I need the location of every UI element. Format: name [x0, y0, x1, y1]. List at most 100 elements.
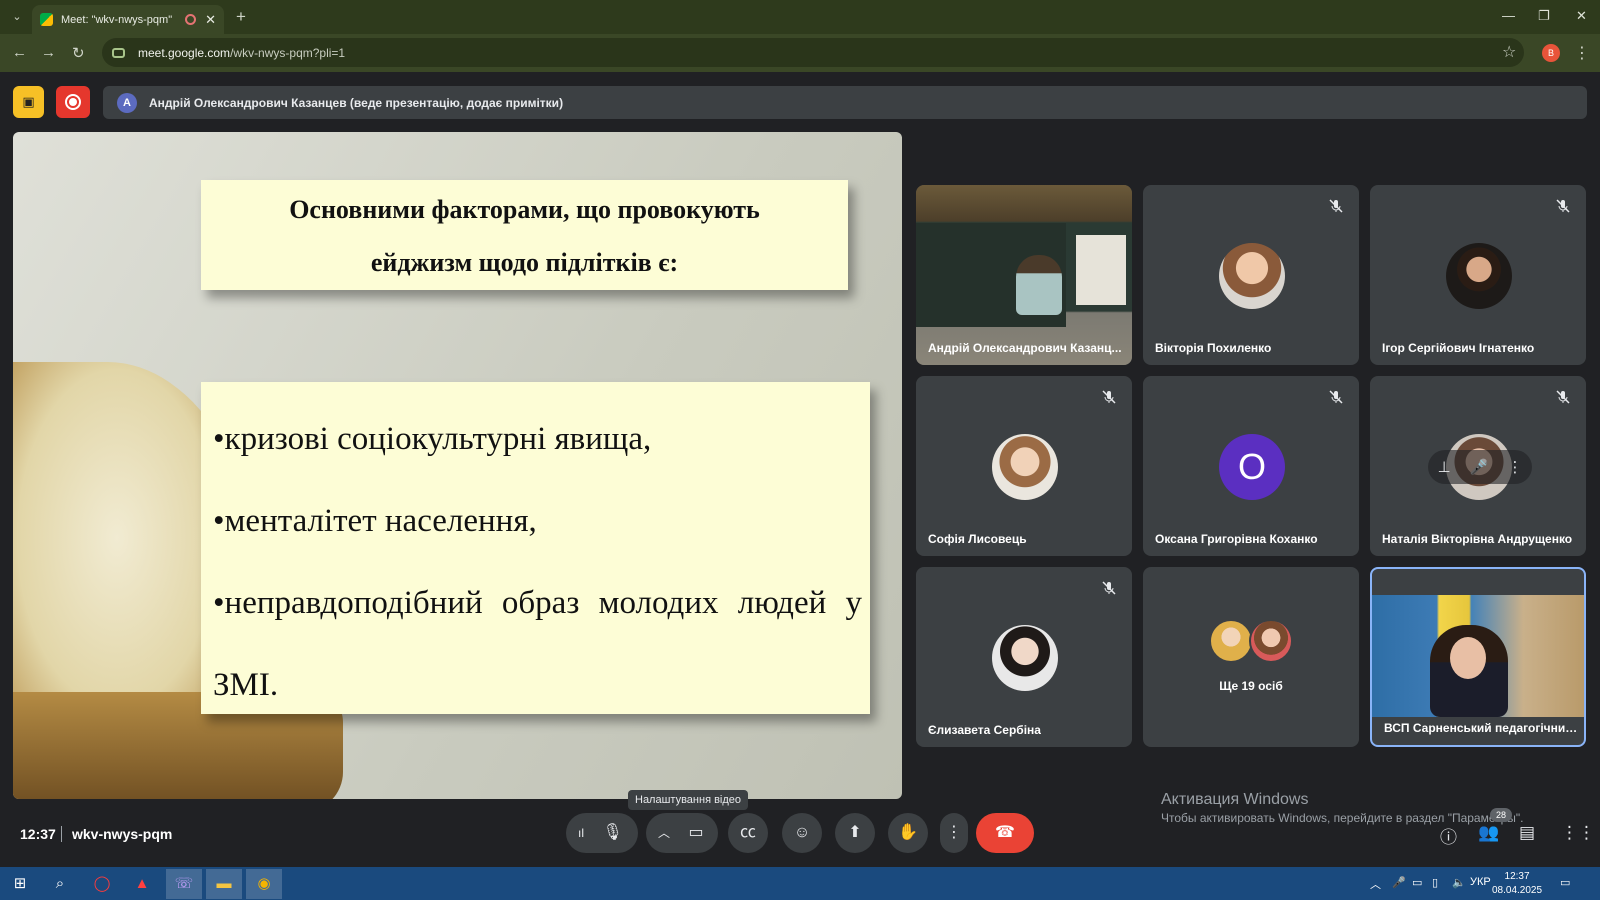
viber-icon[interactable]: ☏ [166, 869, 202, 899]
clock-time: 12:37 [1504, 871, 1530, 882]
profile-avatar[interactable]: B [1542, 44, 1560, 62]
participant-tile[interactable]: Ігор Сергійович Ігнатенко [1370, 185, 1586, 365]
participant-name: Ігор Сергійович Ігнатенко [1382, 341, 1535, 355]
camera-icon: ▭ [688, 824, 704, 841]
tab-title: Meet: "wkv-nwys-pqm" [61, 13, 173, 26]
minimize-button[interactable]: — [1502, 8, 1515, 23]
presenter-banner: A Андрій Олександрович Казанцев (веде пр… [103, 86, 1587, 119]
video-settings-tooltip: Налаштування відео [628, 790, 749, 810]
participant-avatar [1249, 619, 1293, 663]
url-field[interactable]: meet.google.com /wkv-nwys-pqm?pli=1 [102, 38, 1524, 67]
tray-volume-icon[interactable]: 🔈 [1452, 876, 1466, 889]
slide-title-line2: ейджизм щодо підлітків є: [370, 248, 679, 277]
more-people-label: Ще 19 осіб [1219, 679, 1283, 693]
reactions-button[interactable]: ☺ [782, 813, 822, 853]
site-info-icon[interactable] [112, 47, 125, 58]
browser-tab-strip: ⌄ Meet: "wkv-nwys-pqm" ✕ + — ❐ ✕ [0, 0, 1600, 34]
participant-tile[interactable]: Андрій Олександрович Казанц... [916, 185, 1132, 365]
participant-name: Вікторія Похиленко [1155, 341, 1272, 355]
participant-tile[interactable]: Софія Лисовець [916, 376, 1132, 556]
mic-off-icon [1329, 199, 1343, 213]
participant-initial-avatar: О [1219, 434, 1285, 500]
tray-mic-icon[interactable]: 🎤 [1392, 876, 1406, 889]
slide-body-box: •кризові соціокультурні явища, •менталіт… [201, 382, 870, 714]
audio-level-icon: ıl [578, 826, 584, 840]
participant-tile[interactable]: О Оксана Григорівна Коханко [1143, 376, 1359, 556]
hand-icon: ✋ [898, 824, 918, 841]
activities-icon[interactable]: ⋮⋮ [1561, 823, 1595, 843]
captions-icon: ㏄ [739, 824, 756, 841]
mute-participant-icon[interactable]: 🎤 [1470, 458, 1489, 476]
tray-chevron-icon[interactable]: ︿ [1370, 876, 1381, 892]
windows-taskbar: ⊞ ⌕ ◯ ▲ ☏ ▬ ◉ ︿ 🎤 ▭ ▯ 🔈 УКР 12:37 08.04.… [0, 867, 1600, 900]
participant-avatar [1219, 243, 1285, 309]
slide-bullet: •менталітет населення, [213, 503, 537, 539]
chevron-up-icon[interactable]: ︿ [658, 826, 670, 840]
windows-start-icon[interactable]: ⊞ [2, 869, 38, 899]
bookmark-star-icon[interactable]: ☆ [1502, 42, 1516, 62]
mic-off-icon [1102, 390, 1116, 404]
taskbar-clock[interactable]: 12:37 08.04.2025 [1492, 870, 1542, 898]
back-icon[interactable]: ← [12, 44, 27, 61]
pin-icon[interactable]: ⊥ [1438, 458, 1451, 476]
meeting-time: 12:37 [20, 826, 56, 842]
participant-tile[interactable]: Єлизавета Сербіна [916, 567, 1132, 747]
file-explorer-icon[interactable]: ▬ [206, 869, 242, 899]
people-icon[interactable]: 👥 [1478, 823, 1499, 843]
mic-button[interactable]: ıl 🎙 [566, 813, 638, 853]
presenter-avatar: A [117, 92, 137, 113]
tray-monitor-icon[interactable]: ▯ [1432, 876, 1438, 889]
chrome-icon[interactable]: ◉ [246, 869, 282, 899]
search-icon[interactable]: ⌕ [42, 869, 78, 899]
participant-name: Єлизавета Сербіна [928, 723, 1041, 737]
more-options-icon[interactable]: ⋮ [1507, 458, 1522, 476]
restore-button[interactable]: ❐ [1538, 8, 1550, 24]
windows-activation-text: Чтобы активировать Windows, перейдите в … [1161, 811, 1524, 825]
participant-tile[interactable]: ⊥ 🎤 ⋮ Наталія Вікторівна Андрущенко [1370, 376, 1586, 556]
language-indicator[interactable]: УКР [1470, 876, 1491, 888]
new-tab-button[interactable]: + [236, 7, 246, 27]
browser-menu-icon[interactable]: ⋮ [1574, 43, 1590, 63]
pdf-reader-icon[interactable]: ▲ [124, 869, 160, 899]
participant-tile[interactable]: Вікторія Похиленко [1143, 185, 1359, 365]
forward-icon[interactable]: → [41, 44, 56, 61]
reload-icon[interactable]: ↻ [72, 44, 85, 62]
mic-icon: 🎙 [602, 824, 623, 841]
more-options-button[interactable]: ⋮ [940, 813, 968, 853]
close-tab-icon[interactable]: ✕ [205, 12, 216, 28]
tray-network-icon[interactable]: ▭ [1412, 876, 1422, 889]
notifications-icon[interactable]: ▭ [1560, 876, 1570, 889]
participant-avatar [1446, 243, 1512, 309]
opera-icon[interactable]: ◯ [84, 869, 120, 899]
participant-name: ВСП Сарненський педагогічний... [1384, 721, 1580, 735]
browser-tab[interactable]: Meet: "wkv-nwys-pqm" ✕ [32, 5, 224, 34]
participant-name: Андрій Олександрович Казанц... [928, 341, 1122, 355]
present-screen-icon: ⬆ [848, 824, 862, 841]
present-button[interactable]: ⬆ [835, 813, 875, 853]
slide-bullet: •кризові соціокультурні явища, [213, 421, 652, 457]
participant-video-person [1016, 255, 1062, 315]
clock-date: 08.04.2025 [1492, 885, 1543, 896]
meeting-info-icon[interactable]: ⓘ [1440, 823, 1457, 848]
emoji-icon: ☺ [793, 824, 811, 841]
raise-hand-button[interactable]: ✋ [888, 813, 928, 853]
participant-name: Оксана Григорівна Коханко [1155, 532, 1318, 546]
slide-bullet: •неправдоподібний образ молодих людей у [213, 585, 862, 621]
participant-video-face [1450, 637, 1486, 679]
captions-button[interactable]: ㏄ [728, 813, 768, 853]
chat-icon[interactable]: ▤ [1519, 823, 1535, 843]
more-vert-icon: ⋮ [946, 824, 962, 841]
projector-screen [1076, 235, 1126, 305]
tab-search-button[interactable]: ⌄ [6, 6, 28, 28]
participant-avatar [992, 625, 1058, 691]
participant-name: Наталія Вікторівна Андрущенко [1382, 532, 1573, 546]
close-window-button[interactable]: ✕ [1576, 8, 1587, 24]
more-participants-tile[interactable]: Ще 19 осіб [1143, 567, 1359, 747]
camera-button[interactable]: ︿ ▭ [646, 813, 718, 853]
stop-presenting-icon[interactable]: ▣ [13, 86, 44, 118]
url-host: meet.google.com [138, 45, 231, 60]
self-view-tile[interactable]: ВСП Сарненський педагогічний... [1370, 567, 1586, 747]
presentation-slide: Основними факторами, що провокують ейджи… [13, 132, 902, 799]
leave-call-button[interactable]: ☎ [976, 813, 1034, 853]
recording-button[interactable] [56, 86, 90, 118]
